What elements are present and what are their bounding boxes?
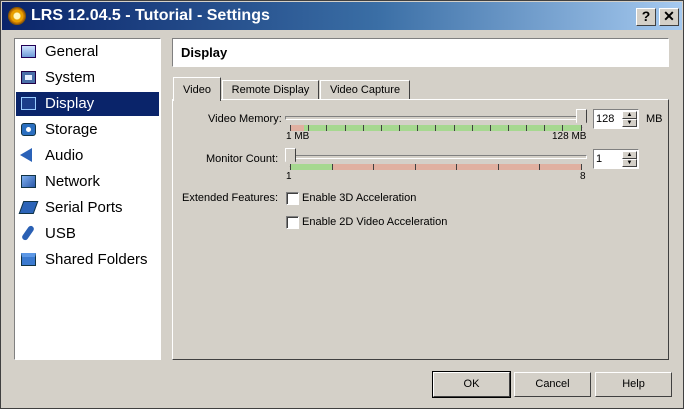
sidebar-item-network[interactable]: Network [16, 170, 159, 194]
scale-tick [490, 125, 491, 131]
monitor-count-down-arrow-icon[interactable]: ▼ [622, 159, 637, 167]
monitor-count-spinbox[interactable]: ▲ ▼ [593, 149, 639, 169]
scale-tick [526, 125, 527, 131]
sidebar-item-shared-folders[interactable]: Shared Folders [16, 248, 159, 272]
extended-features-label: Extended Features: [182, 192, 279, 204]
help-button[interactable]: Help [595, 372, 672, 397]
scale-tick [454, 125, 455, 131]
video-memory-scale [290, 125, 582, 131]
video-memory-input[interactable] [596, 112, 620, 126]
video-memory-unit: MB [646, 113, 663, 125]
monitor-count-track[interactable] [285, 155, 587, 159]
sidebar-item-usb[interactable]: USB [16, 222, 159, 246]
sidebar-item-label: Display [45, 95, 95, 112]
scale-good-segment [290, 164, 332, 170]
monitor-count-max-label: 8 [580, 171, 586, 182]
scale-tick [435, 125, 436, 131]
page-title-box: Display [172, 38, 669, 67]
video-tab-panel [172, 99, 669, 360]
tab-remote-display[interactable]: Remote Display [222, 80, 319, 100]
sidebar-item-general[interactable]: General [16, 40, 159, 64]
ok-button[interactable]: OK [433, 372, 510, 397]
settings-window: LRS 12.04.5 - Tutorial - Settings ? ✕ Ge… [0, 0, 684, 409]
usb-icon [20, 224, 36, 242]
scale-tick [345, 125, 346, 131]
video-memory-max-label: 128 MB [552, 131, 587, 142]
page-title: Display [181, 45, 228, 60]
scale-tick [508, 125, 509, 131]
sidebar-item-storage[interactable]: Storage [16, 118, 159, 142]
shared-folders-icon [21, 253, 36, 266]
scale-tick [363, 125, 364, 131]
enable-2d-video-acceleration-checkbox[interactable] [286, 216, 299, 229]
scale-tick [417, 125, 418, 131]
monitor-count-min-label: 1 [286, 171, 292, 182]
cancel-button[interactable]: Cancel [514, 372, 591, 397]
general-icon [21, 45, 36, 58]
sidebar-item-label: Audio [45, 147, 84, 164]
sidebar-item-serial-ports[interactable]: Serial Ports [16, 196, 159, 220]
scale-tick [415, 164, 416, 170]
display-icon [21, 97, 36, 110]
scale-tick [332, 164, 333, 170]
monitor-count-input[interactable] [596, 152, 620, 166]
enable-3d-acceleration-checkbox[interactable] [286, 192, 299, 205]
scale-tick [456, 164, 457, 170]
sidebar-item-label: Storage [45, 121, 98, 138]
help-title-button[interactable]: ? [636, 8, 656, 26]
video-memory-track[interactable] [285, 116, 587, 120]
sidebar-item-label: General [45, 43, 99, 60]
scale-tick [472, 125, 473, 131]
scale-tick [381, 125, 382, 131]
sidebar-item-label: Shared Folders [45, 251, 148, 268]
serial-ports-icon [18, 201, 39, 214]
video-memory-down-arrow-icon[interactable]: ▼ [622, 119, 637, 127]
scale-tick [539, 164, 540, 170]
scale-tick [581, 164, 582, 170]
scale-tick [373, 164, 374, 170]
sidebar-item-display[interactable]: Display [16, 92, 159, 116]
monitor-count-scale [290, 164, 582, 170]
sidebar-item-label: System [45, 69, 96, 86]
settings-sidebar: General System Display Storage Audio Net… [14, 38, 161, 360]
enable-2d-video-acceleration-label[interactable]: Enable 2D Video Acceleration [302, 216, 447, 228]
sidebar-item-label: Serial Ports [45, 199, 123, 216]
scale-tick [544, 125, 545, 131]
sidebar-item-audio[interactable]: Audio [16, 144, 159, 168]
scale-warn-segment [332, 164, 582, 170]
enable-3d-acceleration-label[interactable]: Enable 3D Acceleration [302, 192, 416, 204]
scale-tick [326, 125, 327, 131]
scale-tick [399, 125, 400, 131]
close-button[interactable]: ✕ [659, 8, 679, 26]
video-memory-label: Video Memory: [208, 113, 282, 125]
window-title: LRS 12.04.5 - Tutorial - Settings [31, 7, 270, 24]
video-memory-spinbox[interactable]: ▲ ▼ [593, 109, 639, 129]
video-memory-up-arrow-icon[interactable]: ▲ [622, 111, 637, 119]
video-memory-min-label: 1 MB [286, 131, 310, 142]
tab-video-capture[interactable]: Video Capture [320, 80, 410, 100]
sidebar-item-system[interactable]: System [16, 66, 159, 90]
storage-icon [21, 123, 36, 136]
app-gear-icon [9, 8, 25, 24]
tab-video[interactable]: Video [173, 77, 221, 101]
audio-icon [20, 148, 32, 162]
monitor-count-label: Monitor Count: [206, 153, 279, 165]
sidebar-item-label: USB [45, 225, 76, 242]
system-icon [21, 71, 36, 84]
sidebar-item-label: Network [45, 173, 101, 190]
scale-tick [498, 164, 499, 170]
title-bar[interactable]: LRS 12.04.5 - Tutorial - Settings ? ✕ [2, 2, 682, 30]
network-icon [21, 175, 36, 188]
scale-tick [290, 164, 291, 170]
monitor-count-up-arrow-icon[interactable]: ▲ [622, 151, 637, 159]
